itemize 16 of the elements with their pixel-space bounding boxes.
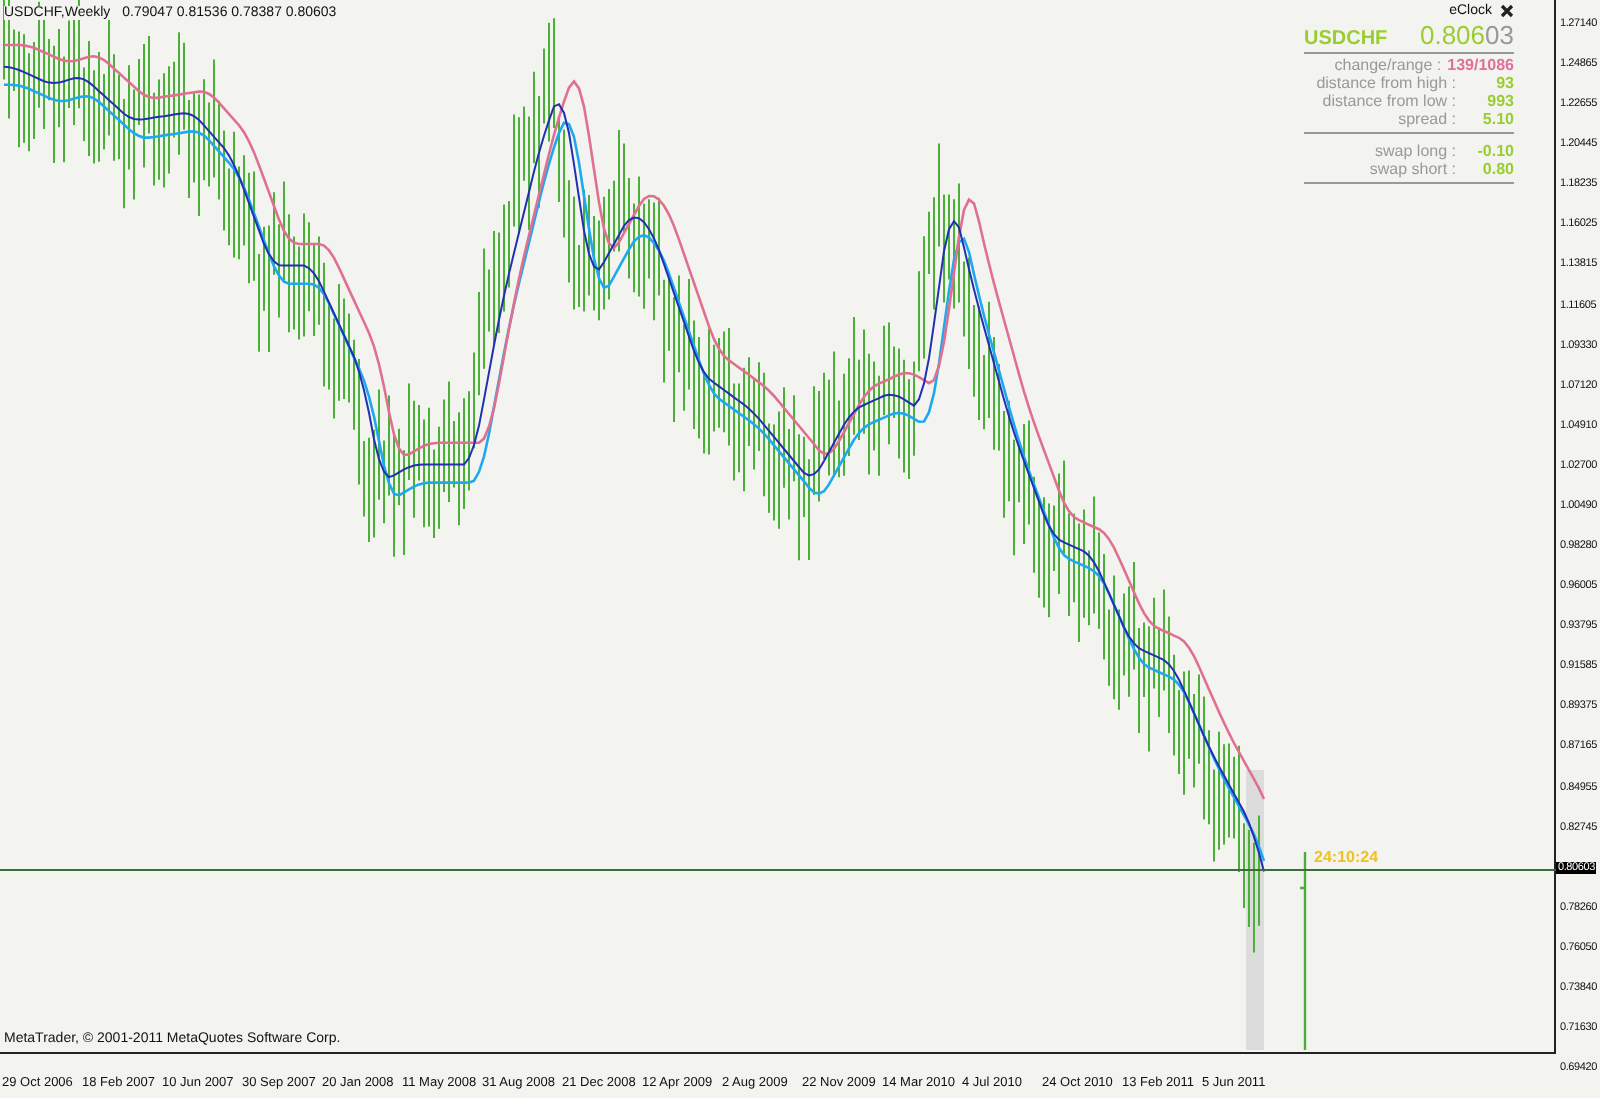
stat-label: swap long : <box>1375 142 1456 160</box>
stat-value: 5.10 <box>1480 110 1514 128</box>
stat-value: 0.80 <box>1480 160 1514 178</box>
symbol-name: USDCHF <box>1304 28 1388 50</box>
stat-value: 993 <box>1485 92 1514 110</box>
stat-value: 139/1086 <box>1447 56 1514 74</box>
stat-label: change/range : <box>1334 56 1442 74</box>
stat-value: 93 <box>1494 74 1514 92</box>
stat-label: distance from high : <box>1316 74 1456 92</box>
countdown-timer: 24:10:24 <box>1314 848 1379 866</box>
stat-label: spread : <box>1398 110 1456 128</box>
stat-value: -0.10 <box>1475 142 1514 160</box>
close-icon[interactable] <box>1500 4 1514 18</box>
stat-label: swap short : <box>1369 160 1456 178</box>
stat-label: distance from low : <box>1322 92 1456 110</box>
price-value: 0.80603 <box>1419 20 1514 50</box>
